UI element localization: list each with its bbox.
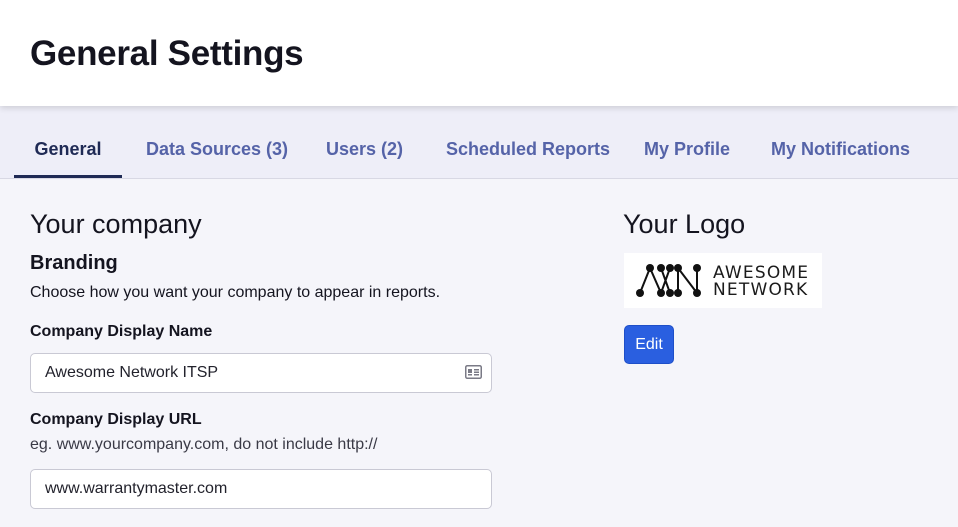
company-name-input[interactable] (30, 353, 492, 393)
branding-description: Choose how you want your company to appe… (30, 284, 441, 301)
settings-content: Your company Branding Choose how you wan… (0, 179, 958, 527)
page-title: General Settings (30, 34, 304, 73)
tab-scheduled-reports[interactable]: Scheduled Reports (446, 106, 610, 178)
company-section-title: Your company (30, 209, 202, 239)
tab-general[interactable]: General (14, 106, 122, 178)
logo-mark-icon (636, 264, 701, 297)
contact-card-icon[interactable] (465, 365, 482, 379)
company-name-label: Company Display Name (30, 323, 213, 340)
tab-users[interactable]: Users (2) (326, 106, 403, 178)
tab-data-sources[interactable]: Data Sources (3) (146, 106, 288, 178)
settings-tabs: General Data Sources (3) Users (2) Sched… (0, 106, 958, 179)
company-logo: AWESOME NETWORK (624, 253, 822, 308)
logo-text-line2: NETWORK (713, 280, 809, 300)
branding-title: Branding (30, 252, 118, 274)
tab-my-notifications[interactable]: My Notifications (771, 106, 910, 178)
company-url-hint: eg. www.yourcompany.com, do not include … (30, 436, 378, 453)
company-url-label: Company Display URL (30, 411, 202, 428)
page-header: General Settings (0, 0, 958, 106)
logo-section-title: Your Logo (623, 209, 746, 239)
tab-my-profile[interactable]: My Profile (644, 106, 730, 178)
company-url-input[interactable] (30, 469, 492, 509)
edit-logo-button[interactable]: Edit (624, 325, 674, 364)
